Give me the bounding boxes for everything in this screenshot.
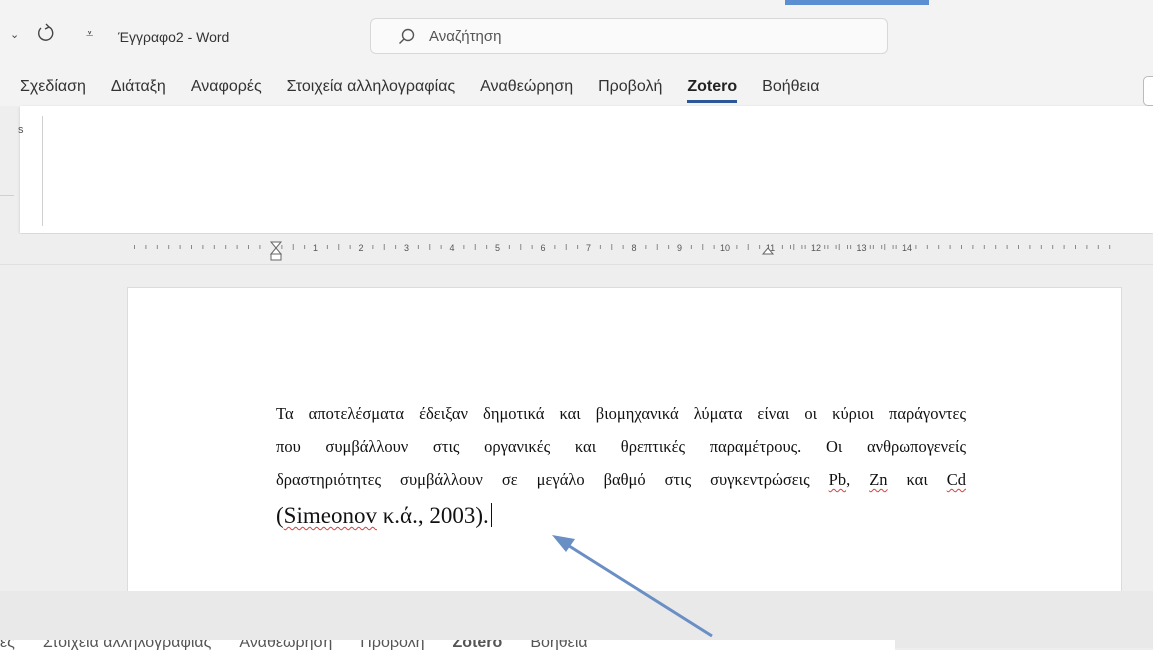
annotation-arrow xyxy=(552,535,713,638)
